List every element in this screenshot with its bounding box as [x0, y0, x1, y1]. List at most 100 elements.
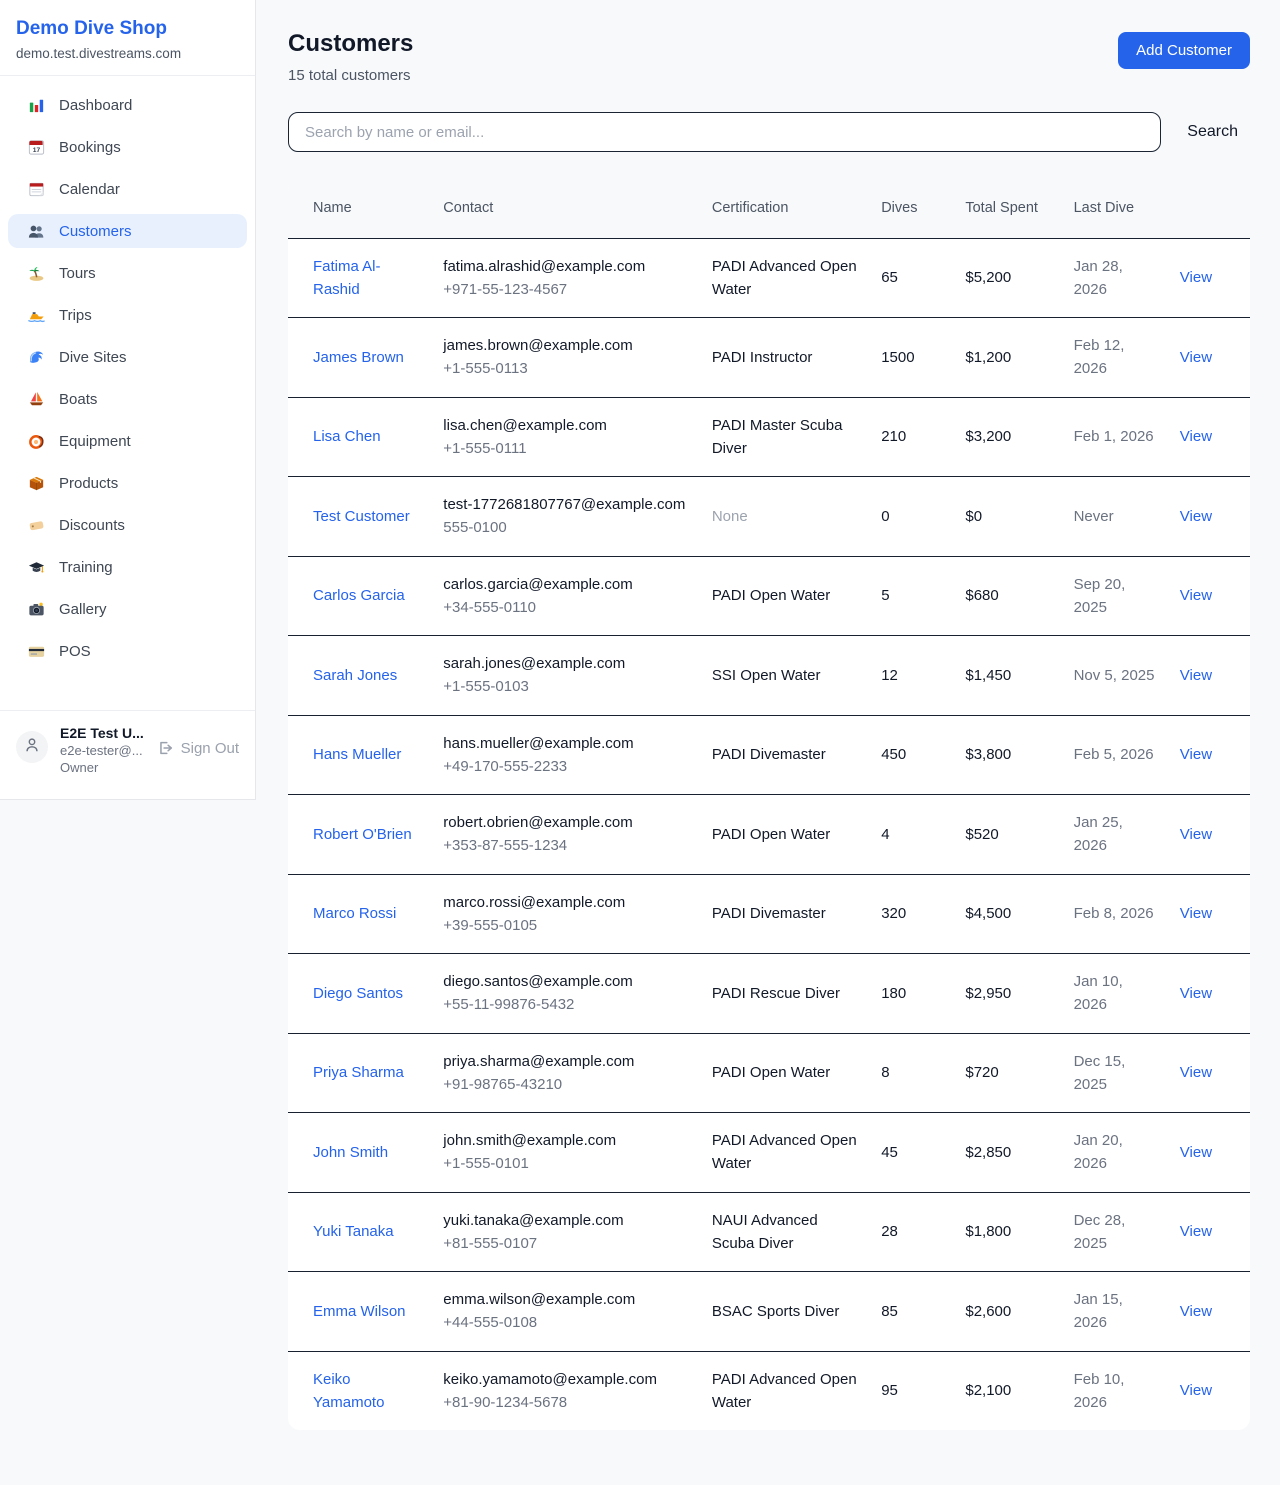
view-link[interactable]: View: [1180, 1064, 1212, 1081]
view-link[interactable]: View: [1180, 349, 1212, 366]
customer-email: fatima.alrashid@example.com: [443, 255, 692, 278]
total-spent-cell: $1,800: [965, 1223, 1011, 1240]
column-header-certification: Certification: [702, 178, 871, 238]
customer-name-link[interactable]: Robert O'Brien: [313, 826, 412, 843]
table-row: Keiko Yamamoto keiko.yamamoto@example.co…: [288, 1351, 1250, 1430]
sidebar-item-label: Calendar: [59, 181, 120, 198]
sidebar-item-label: Training: [59, 559, 113, 576]
view-link[interactable]: View: [1180, 1223, 1212, 1240]
customer-email: james.brown@example.com: [443, 334, 692, 357]
view-link[interactable]: View: [1180, 826, 1212, 843]
sidebar-item-tours[interactable]: Tours: [8, 256, 247, 290]
sidebar-item-label: Trips: [59, 307, 92, 324]
camera-icon: [26, 599, 46, 619]
customer-phone: +49-170-555-2233: [443, 755, 692, 778]
certification-cell: PADI Divemaster: [712, 905, 826, 922]
view-link[interactable]: View: [1180, 985, 1212, 1002]
last-dive-cell: Dec 28, 2025: [1074, 1212, 1126, 1252]
sidebar-item-equipment[interactable]: Equipment: [8, 424, 247, 458]
customer-name-link[interactable]: Emma Wilson: [313, 1303, 406, 1320]
sidebar-item-boats[interactable]: Boats: [8, 382, 247, 416]
sidebar-item-label: Bookings: [59, 139, 121, 156]
customer-phone: +34-555-0110: [443, 596, 692, 619]
last-dive-cell: Sep 20, 2025: [1074, 576, 1126, 616]
customers-table: Name Contact Certification Dives Total S…: [288, 178, 1250, 1430]
table-row: Yuki Tanaka yuki.tanaka@example.com +81-…: [288, 1192, 1250, 1272]
customer-phone: +1-555-0101: [443, 1152, 692, 1175]
sidebar-item-products[interactable]: Products: [8, 466, 247, 500]
add-customer-button[interactable]: Add Customer: [1118, 32, 1250, 69]
customer-name-link[interactable]: Priya Sharma: [313, 1064, 404, 1081]
search-input[interactable]: [288, 112, 1161, 152]
customer-name-link[interactable]: James Brown: [313, 349, 404, 366]
customer-email: diego.santos@example.com: [443, 970, 692, 993]
table-row: Sarah Jones sarah.jones@example.com +1-5…: [288, 636, 1250, 716]
dives-cell: 85: [881, 1303, 898, 1320]
sidebar-item-discounts[interactable]: Discounts: [8, 508, 247, 542]
view-link[interactable]: View: [1180, 1382, 1212, 1399]
dives-cell: 1500: [881, 349, 914, 366]
tag-icon: [26, 515, 46, 535]
total-spent-cell: $2,850: [965, 1144, 1011, 1161]
sidebar-item-gallery[interactable]: Gallery: [8, 592, 247, 626]
view-link[interactable]: View: [1180, 746, 1212, 763]
customer-name-link[interactable]: Marco Rossi: [313, 905, 396, 922]
customer-name-link[interactable]: Yuki Tanaka: [313, 1223, 394, 1240]
sidebar-item-calendar[interactable]: Calendar: [8, 172, 247, 206]
sidebar-item-label: Customers: [59, 223, 132, 240]
speedboat-icon: [26, 305, 46, 325]
customer-table-body: Fatima Al-Rashid fatima.alrashid@example…: [288, 238, 1250, 1430]
table-row: Carlos Garcia carlos.garcia@example.com …: [288, 556, 1250, 636]
dives-cell: 95: [881, 1382, 898, 1399]
customer-name-link[interactable]: Carlos Garcia: [313, 587, 405, 604]
customer-name-link[interactable]: Diego Santos: [313, 985, 403, 1002]
view-link[interactable]: View: [1180, 1144, 1212, 1161]
total-spent-cell: $5,200: [965, 269, 1011, 286]
column-header-contact: Contact: [433, 178, 702, 238]
dives-cell: 12: [881, 667, 898, 684]
customer-email: marco.rossi@example.com: [443, 891, 692, 914]
sidebar-nav: Dashboard 17 Bookings Calendar Customers…: [0, 76, 255, 710]
certification-cell: BSAC Sports Diver: [712, 1303, 840, 1320]
customer-name-link[interactable]: Sarah Jones: [313, 667, 397, 684]
view-link[interactable]: View: [1180, 269, 1212, 286]
sidebar-item-dashboard[interactable]: Dashboard: [8, 88, 247, 122]
customer-phone: +55-11-99876-5432: [443, 993, 692, 1016]
customer-name-link[interactable]: Fatima Al-Rashid: [313, 258, 381, 298]
dives-cell: 4: [881, 826, 889, 843]
table-row: John Smith john.smith@example.com +1-555…: [288, 1113, 1250, 1193]
certification-cell: PADI Rescue Diver: [712, 985, 840, 1002]
view-link[interactable]: View: [1180, 587, 1212, 604]
sidebar-item-trips[interactable]: Trips: [8, 298, 247, 332]
view-link[interactable]: View: [1180, 667, 1212, 684]
customer-name-link[interactable]: Test Customer: [313, 508, 410, 525]
search-button[interactable]: Search: [1175, 115, 1250, 149]
table-row: Diego Santos diego.santos@example.com +5…: [288, 954, 1250, 1034]
sidebar-item-bookings[interactable]: 17 Bookings: [8, 130, 247, 164]
view-link[interactable]: View: [1180, 905, 1212, 922]
customer-name-link[interactable]: John Smith: [313, 1144, 388, 1161]
table-row: Emma Wilson emma.wilson@example.com +44-…: [288, 1272, 1250, 1352]
view-link[interactable]: View: [1180, 1303, 1212, 1320]
view-link[interactable]: View: [1180, 508, 1212, 525]
view-link[interactable]: View: [1180, 428, 1212, 445]
dives-cell: 320: [881, 905, 906, 922]
sidebar-item-pos[interactable]: POS: [8, 634, 247, 668]
total-spent-cell: $2,950: [965, 985, 1011, 1002]
customer-name-link[interactable]: Keiko Yamamoto: [313, 1371, 384, 1411]
sign-out-button[interactable]: Sign Out: [156, 739, 239, 757]
customer-name-link[interactable]: Lisa Chen: [313, 428, 381, 445]
sidebar-item-training[interactable]: Training: [8, 550, 247, 584]
customer-phone: +39-555-0105: [443, 914, 692, 937]
last-dive-cell: Feb 1, 2026: [1074, 428, 1154, 445]
total-spent-cell: $4,500: [965, 905, 1011, 922]
customer-email: test-1772681807767@example.com: [443, 493, 692, 516]
last-dive-cell: Dec 15, 2025: [1074, 1053, 1126, 1093]
sidebar-item-label: Products: [59, 475, 118, 492]
certification-cell: PADI Instructor: [712, 349, 813, 366]
customer-email: hans.mueller@example.com: [443, 732, 692, 755]
sign-out-label: Sign Out: [181, 740, 239, 757]
customer-name-link[interactable]: Hans Mueller: [313, 746, 401, 763]
sidebar-item-dive-sites[interactable]: Dive Sites: [8, 340, 247, 374]
sidebar-item-customers[interactable]: Customers: [8, 214, 247, 248]
